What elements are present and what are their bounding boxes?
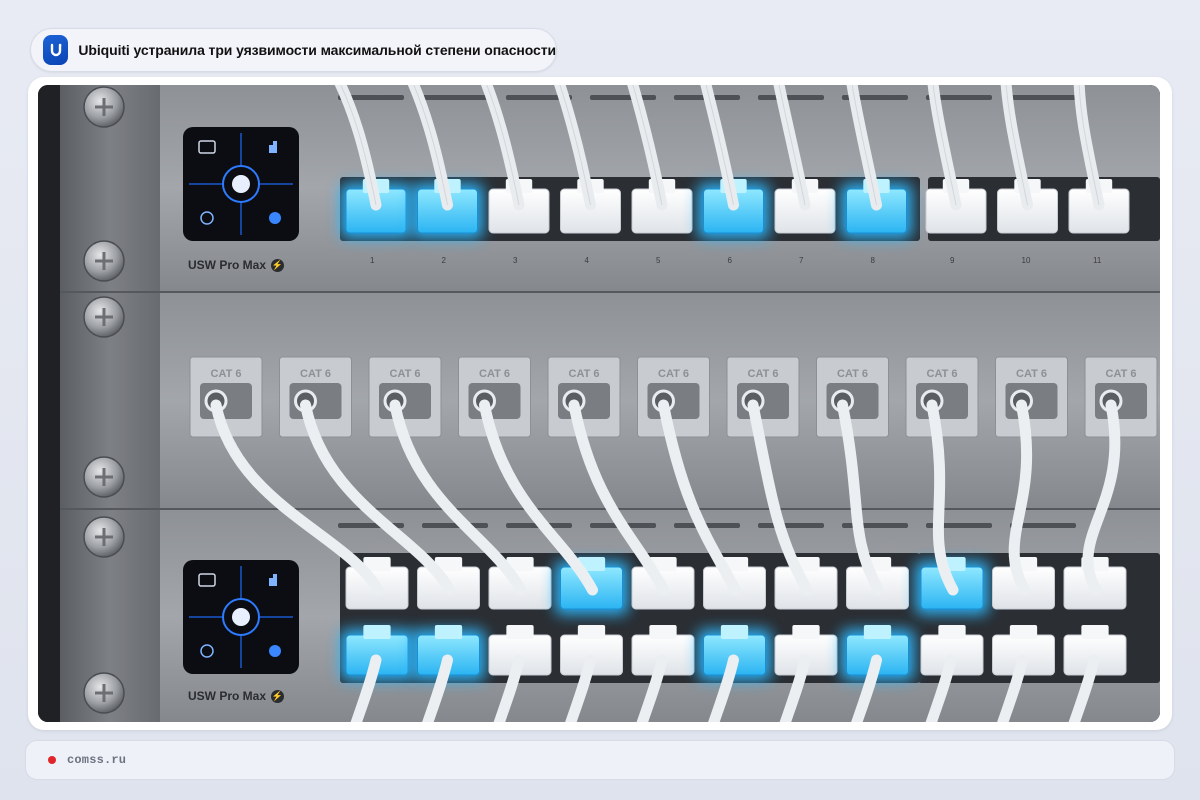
switch-label-bottom: USW Pro Max ⚡ [188,689,285,703]
port-number-label: 9 [950,256,955,265]
patch-keystone-label: CAT 6 [569,368,600,380]
plug-latch [363,625,391,639]
port-number-label: 1 [370,256,375,265]
plug-latch [577,625,606,639]
patch-keystone-label: CAT 6 [1106,368,1137,380]
port-number-label: 3 [513,256,518,265]
plug-latch [720,625,749,639]
screen-dial-center [232,175,250,193]
patch-keystone-label: CAT 6 [1016,368,1047,380]
plug-latch [1009,625,1038,639]
status-icon [269,212,281,224]
article-photo[interactable]: 1 2 3 4 5 6 7 8 9 10 11 CAT 6 CAT 6 CAT 6 CAT 6 CAT 6 CA… [38,85,1160,722]
vent-slot [758,95,824,100]
plug-latch [649,625,677,639]
rack-rail [38,85,60,722]
vent-slot [590,95,656,100]
source-label: comss.ru [67,753,127,767]
patch-keystone-label: CAT 6 [479,368,510,380]
patch-keystone-label: CAT 6 [837,368,868,380]
plug-latch [863,625,892,639]
vent-slot [758,523,824,528]
status-icon [269,645,281,657]
vent-slot [422,95,488,100]
rack-ear [60,85,160,722]
plug-latch [938,625,966,639]
patch-keystone-label: CAT 6 [300,368,331,380]
plug-latch [1081,625,1109,639]
port-number-label: 10 [1022,256,1031,265]
patch-keystone-label: CAT 6 [211,368,242,380]
patch-keystone-label: CAT 6 [927,368,958,380]
patch-keystone-label: CAT 6 [390,368,421,380]
port-number-label: 4 [585,256,590,265]
port-number-label: 8 [871,256,876,265]
article-image-frame: 1 2 3 4 5 6 7 8 9 10 11 CAT 6 CAT 6 CAT 6 CAT 6 CAT 6 CA… [28,77,1172,730]
port-number-label: 5 [656,256,661,265]
vent-slot [422,523,488,528]
patch-keystone-label: CAT 6 [658,368,689,380]
vent-slot [1010,95,1076,100]
plug-latch [506,625,534,639]
port-number-label: 11 [1093,256,1102,265]
source-bar[interactable]: comss.ru [25,740,1175,780]
bolt-icon: ⚡ [271,689,285,703]
plug-latch [792,625,820,639]
source-dot-icon [48,756,56,764]
article-title-pill[interactable]: Ubiquiti устранила три уязвимости максим… [30,28,557,72]
article-title: Ubiquiti устранила три уязвимости максим… [78,42,556,58]
network-rack-photo: 1 2 3 4 5 6 7 8 9 10 11 CAT 6 CAT 6 CAT 6 CAT 6 CAT 6 CA… [38,85,1160,722]
port-number-label: 2 [442,256,447,265]
plug-latch [434,625,463,639]
switch-label-top: USW Pro Max ⚡ [188,258,285,272]
screen-dial-center [232,608,250,626]
ubiquiti-logo-icon [43,35,69,65]
patch-keystone-label: CAT 6 [748,368,779,380]
port-number-label: 7 [799,256,804,265]
bolt-icon: ⚡ [271,258,285,272]
vent-slot [842,523,908,528]
port-number-label: 6 [728,256,733,265]
